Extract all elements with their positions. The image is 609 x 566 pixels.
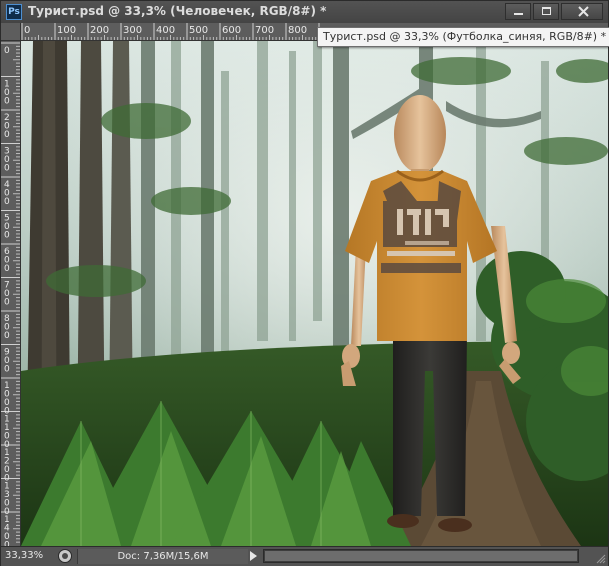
ruler-label-digit: 0 [4,264,10,274]
photoshop-logo-icon: Ps [6,4,22,20]
close-button[interactable] [561,3,603,20]
ruler-label: 400 [156,25,175,36]
minimize-icon [514,13,523,15]
layer-tooltip: Турист.psd @ 33,3% (Футболка_синяя, RGB/… [317,27,609,47]
ruler-label: 100 [57,25,76,36]
zoom-level-field[interactable]: 33,33% [5,549,51,563]
ruler-label-digit: 0 [4,231,10,241]
maximize-icon [542,7,551,15]
ruler-label-digit: 0 [4,164,10,174]
scrollbar-thumb[interactable] [265,551,577,561]
close-icon [578,6,589,17]
maximize-button[interactable] [533,3,559,20]
document-canvas[interactable] [21,41,608,546]
ruler-label-digit: 0 [4,97,10,107]
ruler-label: 700 [255,25,274,36]
window-controls [505,3,603,20]
horizontal-scrollbar[interactable] [263,549,579,563]
forest-photo-composition [21,41,608,546]
minimize-button[interactable] [505,3,531,20]
ruler-label: 800 [288,25,307,36]
resize-grip-icon[interactable] [596,554,606,564]
ruler-label: 0 [24,25,30,36]
ruler-origin[interactable] [1,23,21,41]
ruler-label: 500 [189,25,208,36]
right-triangle-icon[interactable] [250,551,257,561]
title-bar[interactable]: Ps Турист.psd @ 33,3% (Человечек, RGB/8#… [1,1,608,24]
ruler-label-digit: 0 [4,298,10,308]
document-window: Ps Турист.psd @ 33,3% (Человечек, RGB/8#… [0,0,609,566]
status-bar: 33,33% Doc: 7,36M/15,6M [1,546,608,566]
ruler-label-digit: 0 [4,197,10,207]
ruler-label: 200 [90,25,109,36]
ruler-label-digit: 0 [4,331,10,341]
vertical-ruler[interactable]: 0100200300400500600700800900100011001200… [1,41,21,546]
proof-setup-icon[interactable] [58,549,72,563]
ruler-label: 600 [222,25,241,36]
window-title: Турист.psd @ 33,3% (Человечек, RGB/8#) * [28,4,327,18]
ruler-label-digit: 0 [4,46,10,56]
ruler-label-digit: 0 [4,365,10,375]
ruler-label-digit: 0 [4,130,10,140]
document-size-info[interactable]: Doc: 7,36M/15,6M [77,549,248,564]
vertical-ruler-ticks: 0100200300400500600700800900100011001200… [1,42,20,546]
ruler-label: 300 [123,25,142,36]
